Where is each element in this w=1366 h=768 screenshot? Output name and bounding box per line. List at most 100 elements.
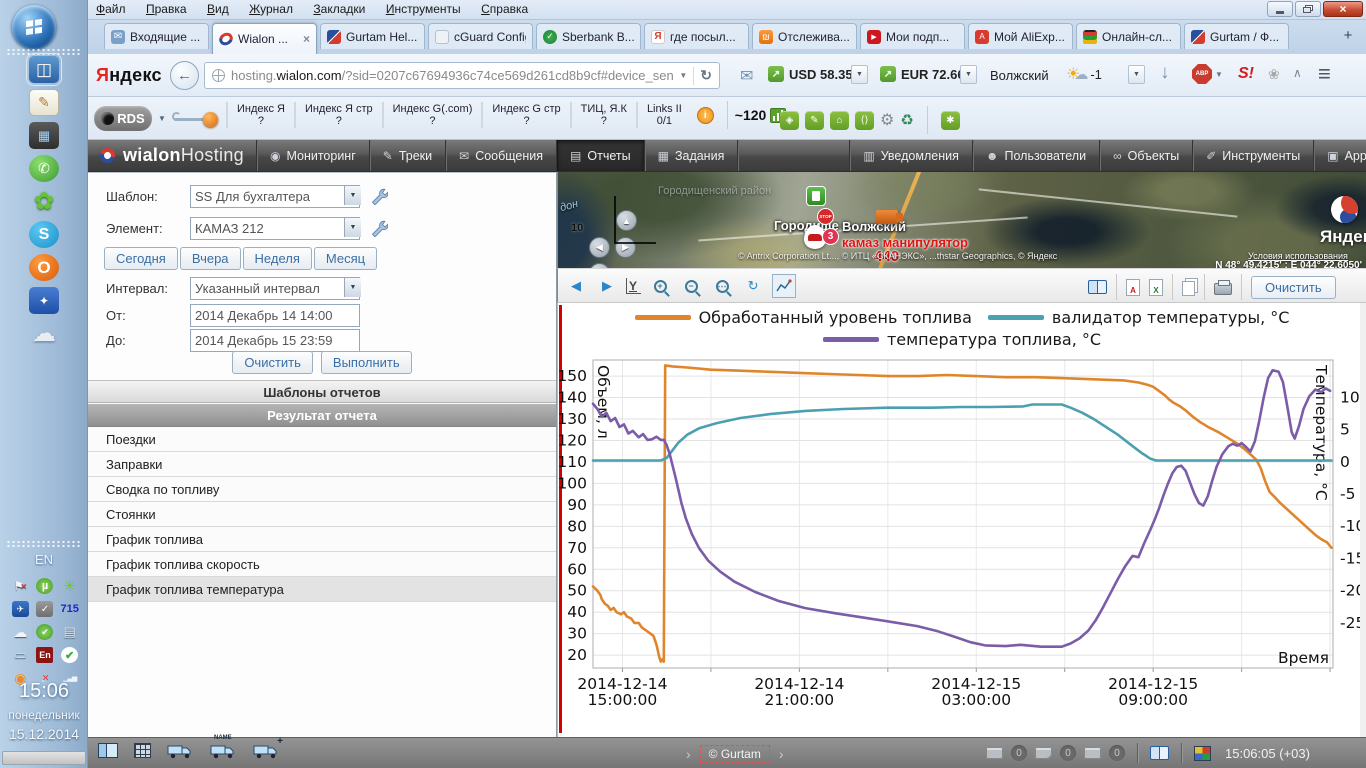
show-unit-names-icon[interactable]: NAME <box>210 742 237 759</box>
icq-icon[interactable]: ✿ <box>29 188 59 215</box>
layout-panels-icon[interactable] <box>98 743 118 758</box>
grid-view-icon[interactable] <box>134 743 151 758</box>
chevron-down-icon[interactable]: ▼ <box>344 218 361 237</box>
keyboard-layout-badge[interactable]: En <box>36 647 53 663</box>
puzzle-icon[interactable]: ✱ <box>941 111 960 130</box>
nav-item-users[interactable]: ☻Пользователи <box>972 140 1099 171</box>
sidebar-scrollbar[interactable] <box>2 751 86 765</box>
antivirus-icon[interactable]: ✔ <box>36 624 53 640</box>
report-result-item[interactable]: Заправки <box>88 452 556 477</box>
weather-city[interactable]: Волжский <box>990 68 1049 83</box>
add-unit-icon[interactable]: + <box>253 742 280 759</box>
cloud-sync-icon[interactable]: ☁ <box>12 624 29 640</box>
zoom-in-button[interactable]: + <box>648 274 672 298</box>
template-select[interactable]: SS Для бухгалтера <box>190 185 360 208</box>
language-indicator[interactable]: EN <box>0 552 88 567</box>
url-bar[interactable]: hosting.wialon.com/?sid=0207c67694936c74… <box>204 62 720 89</box>
yandex-logo[interactable]: Яндекс <box>96 65 162 86</box>
seo-indicator[interactable]: Links II0/1 <box>636 102 691 128</box>
adblock-dropdown[interactable]: ▼ <box>1215 70 1223 79</box>
map-source-icon[interactable] <box>1194 746 1211 761</box>
to-input[interactable]: 2014 Декабрь 15 23:59 <box>190 329 360 352</box>
mail-icon[interactable]: ✉ <box>740 66 753 86</box>
media-icon[interactable] <box>1084 747 1101 759</box>
browser-tab[interactable]: Gurtam Hel... <box>320 23 425 49</box>
week-button[interactable]: Неделя <box>243 247 312 270</box>
page-prev-button[interactable]: ◀ <box>564 274 588 298</box>
zoom-select-button[interactable]: ⋯ <box>710 274 734 298</box>
url-text[interactable]: hosting.wialon.com/?sid=0207c67694936c74… <box>231 68 673 83</box>
legend-book-icon[interactable] <box>1088 280 1107 294</box>
downloads-icon[interactable]: ↓ <box>1160 62 1170 84</box>
new-tab-button[interactable]: + <box>1336 27 1360 49</box>
rds-dropdown-icon[interactable]: ▼ <box>158 114 166 123</box>
hamburger-menu-icon[interactable]: ≡ <box>1318 61 1331 87</box>
extension-icon[interactable]: ❀ <box>1268 66 1280 83</box>
fuel-station-icon[interactable] <box>806 186 826 206</box>
browser-tab[interactable]: ▶Мои подп... <box>860 23 965 49</box>
yesterday-button[interactable]: Вчера <box>180 247 241 270</box>
chart-mode-button[interactable] <box>772 274 796 298</box>
usb-icon[interactable]: ✓ <box>36 601 53 617</box>
browser-tab[interactable]: ₪Отслежива... <box>752 23 857 49</box>
templates-header[interactable]: Шаблоны отчетов <box>88 380 556 403</box>
unit-select[interactable]: КАМАЗ 212 <box>190 217 360 240</box>
phone-app-icon[interactable]: ✆ <box>29 155 59 182</box>
report-result-item[interactable]: График топлива скорость <box>88 552 556 577</box>
start-button[interactable] <box>12 5 56 49</box>
show-units-icon[interactable] <box>167 742 194 759</box>
wrench-icon[interactable] <box>370 219 388 237</box>
print-icon[interactable] <box>1214 283 1232 295</box>
report-result-item[interactable]: График топлива температура <box>88 577 556 602</box>
chevron-icon[interactable]: › <box>779 746 784 762</box>
browser-tab[interactable]: Онлайн-сл... <box>1076 23 1181 49</box>
report-result-item[interactable]: Стоянки <box>88 502 556 527</box>
result-header[interactable]: Результат отчета <box>88 404 556 427</box>
clipboard-icon[interactable]: ▤ <box>61 624 78 640</box>
fuel-temperature-chart[interactable]: Обработанный уровень топлива валидатор т… <box>557 303 1366 737</box>
notepad-icon[interactable]: ✎ <box>29 89 59 116</box>
nav-item-notifications[interactable]: ▥Уведомления <box>849 140 972 171</box>
eur-rate-widget[interactable]: ↗EUR 72.66 <box>880 66 965 82</box>
update-ok-icon[interactable]: ✔ <box>61 647 78 663</box>
nav-item-tracks[interactable]: ✎Треки <box>369 140 445 171</box>
chevron-down-icon[interactable]: ▼ <box>344 186 361 205</box>
menu-file[interactable]: Файл <box>88 0 134 18</box>
cloud-icon[interactable]: ☁ <box>29 320 59 347</box>
browser-tab[interactable]: AМой AliExp... <box>968 23 1073 49</box>
map[interactable]: Городищенский район дон ▲ ◀ ▶ ▼ 10 Город… <box>557 172 1366 268</box>
export-excel-icon[interactable]: X <box>1149 279 1163 296</box>
usd-dropdown[interactable]: ▼ <box>851 65 868 84</box>
menu-view[interactable]: Вид <box>199 0 237 18</box>
yandex-maps-logo-icon[interactable] <box>1331 196 1358 223</box>
menu-tools[interactable]: Инструменты <box>378 0 469 18</box>
calculator-icon[interactable]: ▦ <box>29 122 59 149</box>
interval-select[interactable]: Указанный интервал <box>190 277 360 300</box>
nav-item-reports[interactable]: ▤Отчеты <box>556 140 644 171</box>
mail-agent-icon[interactable]: ✈ <box>12 601 29 617</box>
notices-icon[interactable] <box>986 747 1003 759</box>
browser-tab[interactable]: Wialon ...× <box>212 23 317 54</box>
clover-icon[interactable]: ✳ <box>61 578 78 594</box>
messages-icon[interactable] <box>1035 747 1052 759</box>
browser-tab[interactable]: Ягде посыл... <box>644 23 749 49</box>
unit-message-badge[interactable]: 3 <box>822 228 839 245</box>
nav-item-messages[interactable]: ✉Сообщения <box>445 140 556 171</box>
today-button[interactable]: Сегодня <box>104 247 178 270</box>
zoom-out-button[interactable]: − <box>679 274 703 298</box>
recycle-icon[interactable]: ♻ <box>900 111 913 129</box>
report-result-item[interactable]: График топлива <box>88 527 556 552</box>
eur-dropdown[interactable]: ▼ <box>960 65 977 84</box>
share-icon[interactable]: ◈ <box>780 111 799 130</box>
clear-form-button[interactable]: Очистить <box>232 351 313 374</box>
chevron-icon[interactable]: › <box>686 746 691 762</box>
export-pdf-icon[interactable]: A <box>1126 279 1140 296</box>
back-button[interactable]: ← <box>170 61 199 90</box>
reload-icon[interactable]: ↻ <box>700 67 712 84</box>
yandex-maps-logo-text[interactable]: Яндекс <box>1320 227 1366 247</box>
opera-icon[interactable]: O <box>29 254 59 281</box>
weather-widget[interactable]: ☀☁-1 <box>1066 64 1102 84</box>
skype-icon[interactable]: S <box>29 221 59 248</box>
execute-button[interactable]: Выполнить <box>321 351 412 374</box>
gurtam-copyright[interactable]: © Gurtam <box>700 745 770 763</box>
